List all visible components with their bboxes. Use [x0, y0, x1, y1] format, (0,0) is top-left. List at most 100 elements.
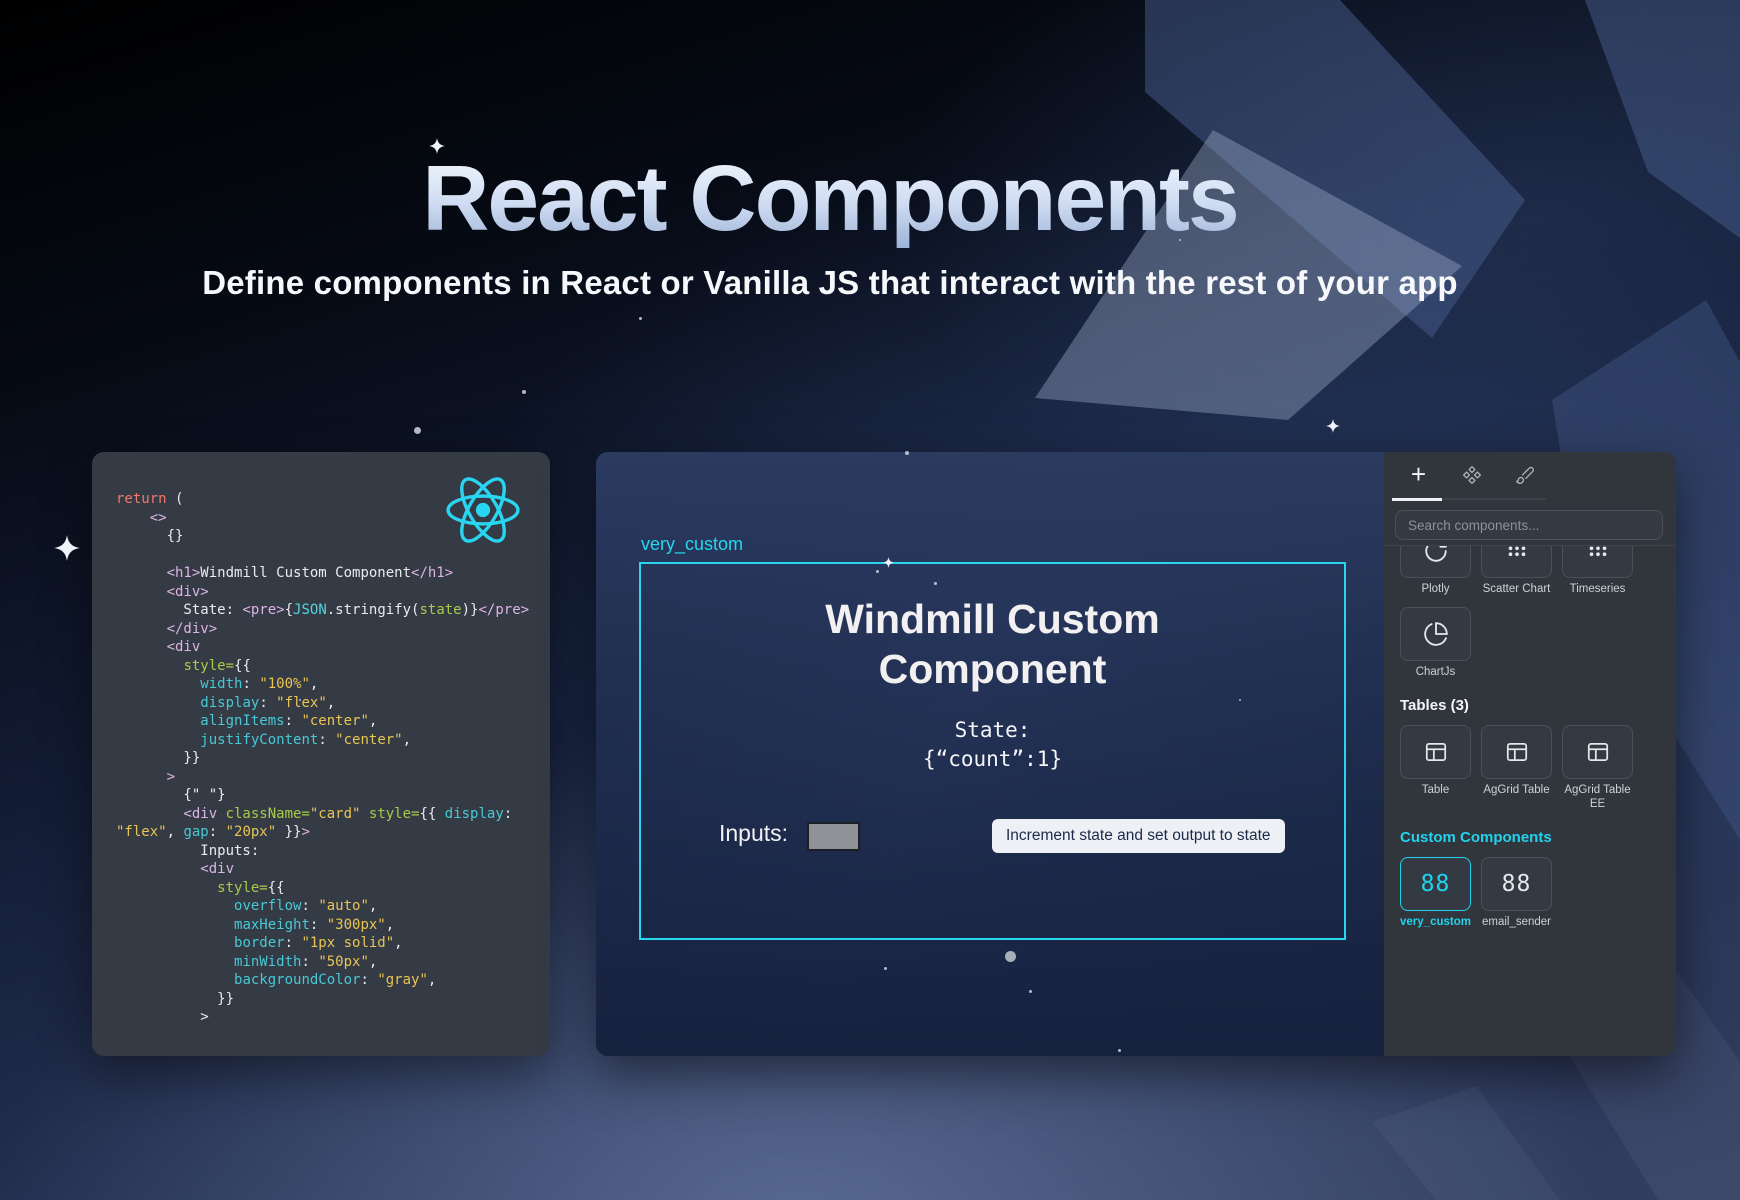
- table-icon: [1504, 739, 1530, 765]
- code-line: Inputs:: [116, 842, 550, 861]
- component-card-timeseries[interactable]: [1562, 546, 1633, 578]
- code-line: backgroundColor: "gray",: [116, 971, 550, 990]
- component-card-plotly[interactable]: [1400, 546, 1471, 578]
- code-line: maxHeight: "300px",: [116, 916, 550, 935]
- component-card-label: AgGrid Table EE: [1557, 784, 1638, 811]
- increment-state-button[interactable]: Increment state and set output to state: [992, 819, 1285, 853]
- component-card-label: ChartJs: [1395, 666, 1476, 680]
- code-line: return (: [116, 490, 550, 509]
- code-editor-panel: return ( <> {} <h1>Windmill Custom Compo…: [92, 452, 550, 1056]
- page-subtitle: Define components in React or Vanilla JS…: [0, 264, 1660, 302]
- component-cell: Timeseries: [1562, 546, 1633, 597]
- tab-components[interactable]: [1445, 452, 1498, 498]
- code-line: alignItems: "center",: [116, 712, 550, 731]
- tab-add[interactable]: +: [1392, 452, 1445, 498]
- star-decoration: [1326, 419, 1340, 433]
- star-decoration: [54, 535, 80, 561]
- component-card-chartjs[interactable]: [1400, 607, 1471, 661]
- code-line: >: [116, 1008, 550, 1027]
- plotly-icon: [1423, 546, 1449, 564]
- code-line: style={{: [116, 879, 550, 898]
- code-line: State: <pre>{JSON.stringify(state)}</pre…: [116, 601, 550, 620]
- code-line: {}: [116, 527, 550, 546]
- component-cell: Table: [1400, 725, 1471, 798]
- component-card-very-custom[interactable]: 88: [1400, 857, 1471, 911]
- component-card-label: Table: [1395, 784, 1476, 798]
- code-line: overflow: "auto",: [116, 897, 550, 916]
- custom-component-icon: 88: [1502, 871, 1532, 897]
- component-cell: Scatter Chart: [1481, 546, 1552, 597]
- resize-handle-dot[interactable]: [1005, 951, 1016, 962]
- sidebar-sections: Plotly Scatter Chart Timeseries ChartJs Tabl…: [1384, 545, 1676, 1056]
- component-state: State: {“count”:1}: [641, 716, 1344, 774]
- code-line: }}: [116, 990, 550, 1009]
- app-preview-canvas[interactable]: very_custom Windmill Custom Component St…: [596, 452, 1384, 1056]
- star-decoration: [639, 317, 642, 320]
- page: React Components Define components in Re…: [0, 0, 1740, 1200]
- component-card-table[interactable]: [1400, 725, 1471, 779]
- tab-style[interactable]: [1498, 452, 1551, 498]
- code-line: display: "flex",: [116, 694, 550, 713]
- state-value: {“count”:1}: [923, 747, 1062, 771]
- table-icon: [1585, 739, 1611, 765]
- component-heading: Windmill Custom Component: [733, 594, 1253, 694]
- search-wrap: [1395, 510, 1663, 540]
- code-line: justifyContent: "center",: [116, 731, 550, 750]
- component-card-label: Plotly: [1400, 583, 1471, 597]
- component-cell: Plotly: [1400, 546, 1471, 597]
- hero: React Components Define components in Re…: [0, 0, 1660, 302]
- code-line: style={{: [116, 657, 550, 676]
- page-title: React Components: [0, 150, 1660, 248]
- component-cell: AgGrid Table: [1481, 725, 1552, 798]
- code-line: <div>: [116, 583, 550, 602]
- component-cell: AgGrid Table EE: [1562, 725, 1633, 811]
- code-line: "flex", gap: "20px" }}>: [116, 823, 550, 842]
- dots-icon: [1504, 546, 1530, 564]
- state-label: State:: [955, 718, 1031, 742]
- custom-component-icon: 88: [1421, 871, 1451, 897]
- component-cell: 88very_custom: [1400, 857, 1471, 930]
- inputs-label: Inputs:: [719, 820, 788, 847]
- code-line: {" "}: [116, 786, 550, 805]
- section-header-custom-components: Custom Components: [1400, 829, 1662, 846]
- component-card-row: TableAgGrid TableAgGrid Table EE: [1400, 725, 1662, 811]
- component-card-aggrid-table[interactable]: [1481, 725, 1552, 779]
- component-card-label: AgGrid Table: [1476, 784, 1557, 798]
- pie-chart-icon: [1423, 621, 1449, 647]
- code-line: <div: [116, 638, 550, 657]
- component-card-row: 88very_custom88email_sender: [1400, 857, 1662, 930]
- code-line: width: "100%",: [116, 675, 550, 694]
- component-card-aggrid-table-ee[interactable]: [1562, 725, 1633, 779]
- star-decoration: [414, 427, 421, 434]
- app-editor-window: very_custom Windmill Custom Component St…: [596, 452, 1676, 1056]
- code-line: <h1>Windmill Custom Component</h1>: [116, 564, 550, 583]
- code-line: <div: [116, 860, 550, 879]
- component-icon: [1462, 465, 1482, 485]
- code-lines: return ( <> {} <h1>Windmill Custom Compo…: [116, 490, 550, 1027]
- component-cell: ChartJs: [1400, 607, 1471, 680]
- selected-component[interactable]: Windmill Custom Component State: {“count…: [639, 562, 1346, 940]
- component-library-sidebar: + Plotly Scatter Chart Timeseries ChartJs Ta…: [1384, 452, 1676, 1056]
- sidebar-tabs: +: [1384, 452, 1676, 498]
- component-input-box[interactable]: [807, 822, 860, 851]
- code-line: [116, 546, 550, 565]
- component-card-label: email_sender: [1476, 916, 1557, 930]
- component-card-scatter-chart[interactable]: [1481, 546, 1552, 578]
- table-icon: [1423, 739, 1449, 765]
- code-line: }}: [116, 749, 550, 768]
- tab-active-indicator: [1392, 498, 1442, 501]
- component-card-email-sender[interactable]: 88: [1481, 857, 1552, 911]
- component-cell: 88email_sender: [1481, 857, 1552, 930]
- search-components-input[interactable]: [1395, 510, 1663, 540]
- code-line: <>: [116, 509, 550, 528]
- brush-icon: [1515, 465, 1535, 485]
- component-card-label: Timeseries: [1562, 583, 1633, 597]
- component-card-row: Plotly Scatter Chart Timeseries: [1400, 546, 1662, 597]
- component-card-label: very_custom: [1395, 916, 1476, 930]
- plus-icon: +: [1411, 464, 1426, 487]
- code-line: >: [116, 768, 550, 787]
- dots-icon: [1585, 546, 1611, 564]
- star-decoration: [522, 390, 526, 394]
- code-line: border: "1px solid",: [116, 934, 550, 953]
- code-line: minWidth: "50px",: [116, 953, 550, 972]
